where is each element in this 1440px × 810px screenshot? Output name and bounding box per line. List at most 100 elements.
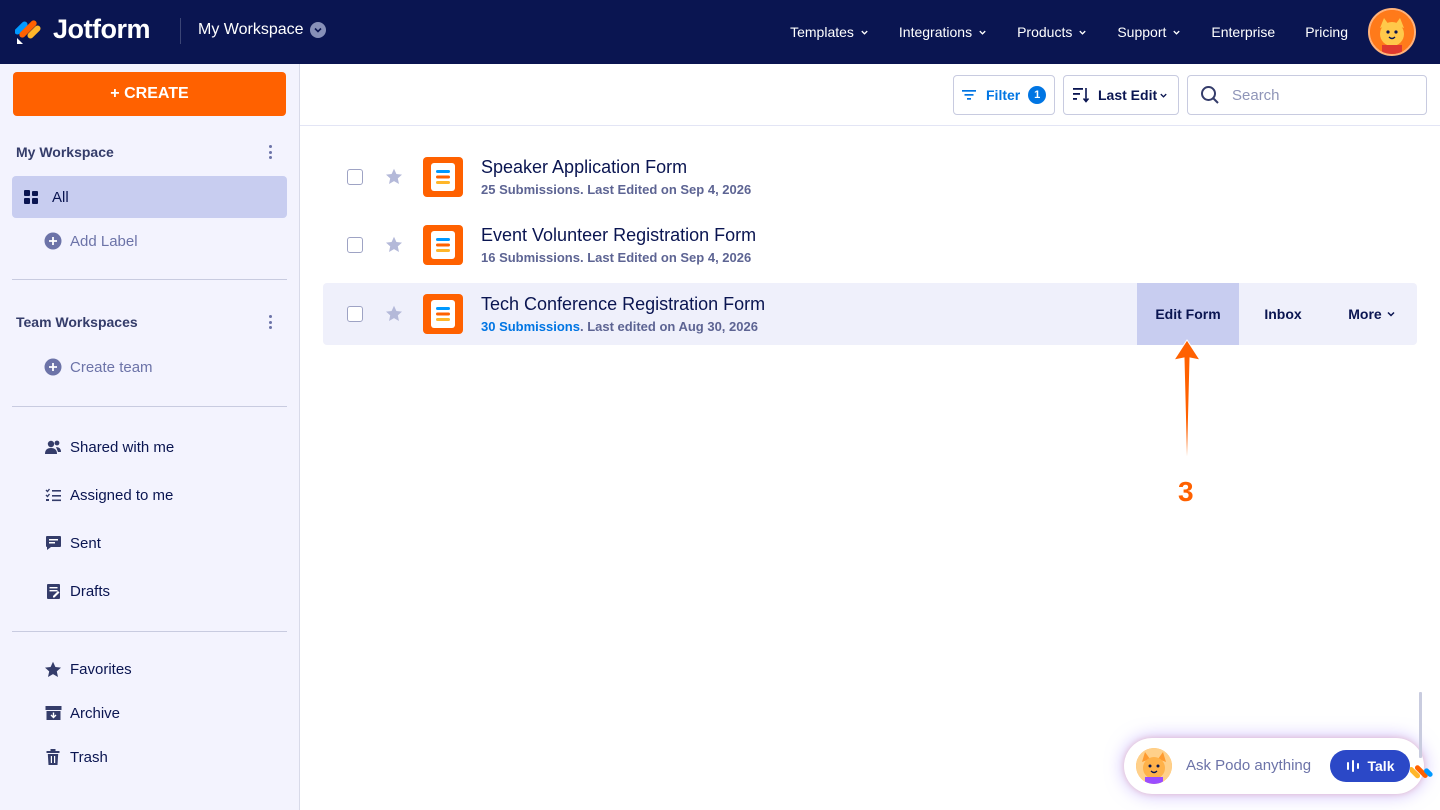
archive-icon bbox=[44, 704, 62, 722]
nav-enterprise-label: Enterprise bbox=[1211, 24, 1276, 40]
favorite-star-icon[interactable] bbox=[385, 305, 403, 327]
chevron-down-icon bbox=[1172, 28, 1181, 37]
form-row-hovered[interactable]: Tech Conference Registration Form 30 Sub… bbox=[323, 283, 1417, 345]
sidebar-divider bbox=[12, 631, 287, 632]
shared-users-icon bbox=[44, 438, 62, 456]
create-button[interactable]: + CREATE bbox=[13, 72, 286, 116]
form-submissions-link[interactable]: 30 Submissions bbox=[481, 319, 580, 334]
inbox-button[interactable]: Inbox bbox=[1239, 283, 1327, 345]
form-row[interactable]: Speaker Application Form 25 Submissions.… bbox=[323, 146, 1417, 208]
search-icon bbox=[1200, 85, 1220, 105]
talk-label: Talk bbox=[1367, 758, 1395, 774]
sidebar-item-label: All bbox=[52, 188, 69, 206]
nav-templates[interactable]: Templates bbox=[790, 24, 869, 40]
sidebar-item-assigned[interactable]: Assigned to me bbox=[12, 474, 287, 516]
form-submissions: 25 Submissions. bbox=[481, 182, 584, 197]
filter-button[interactable]: Filter 1 bbox=[953, 75, 1055, 115]
sidebar-item-label: Assigned to me bbox=[70, 486, 174, 504]
form-icon bbox=[423, 157, 463, 197]
sidebar-item-sent[interactable]: Sent bbox=[12, 522, 287, 564]
annotation-step-number: 3 bbox=[1178, 476, 1194, 507]
favorite-star-icon[interactable] bbox=[385, 236, 403, 258]
favorite-star-icon[interactable] bbox=[385, 168, 403, 190]
my-workspace-menu-icon[interactable] bbox=[264, 144, 276, 160]
form-last-edited: . Last edited on Aug 30, 2026 bbox=[579, 319, 758, 334]
user-avatar[interactable] bbox=[1368, 8, 1416, 56]
add-label-button[interactable]: Add Label bbox=[12, 220, 287, 262]
chevron-down-icon bbox=[978, 28, 987, 37]
nav-templates-label: Templates bbox=[790, 24, 854, 40]
sidebar-item-drafts[interactable]: Drafts bbox=[12, 570, 287, 612]
team-workspaces-title: Team Workspaces bbox=[16, 314, 138, 330]
talk-button[interactable]: Talk bbox=[1330, 750, 1410, 782]
create-team-button[interactable]: Create team bbox=[12, 346, 287, 388]
sidebar-item-label: Archive bbox=[70, 704, 121, 722]
nav-products[interactable]: Products bbox=[1017, 24, 1087, 40]
form-meta: 16 Submissions. Last Edited on Sep 4, 20… bbox=[481, 250, 751, 265]
nav-integrations-label: Integrations bbox=[898, 24, 973, 40]
form-select-checkbox[interactable] bbox=[347, 306, 363, 322]
form-select-checkbox[interactable] bbox=[347, 237, 363, 253]
sidebar-divider bbox=[12, 406, 287, 407]
plus-circle-icon bbox=[44, 232, 62, 250]
filter-count-badge: 1 bbox=[1028, 86, 1047, 104]
jotform-vertical-watermark bbox=[1408, 688, 1438, 788]
jotform-wordmark: Jotform bbox=[53, 14, 151, 44]
form-row[interactable]: Event Volunteer Registration Form 16 Sub… bbox=[323, 214, 1417, 276]
trash-icon bbox=[44, 748, 62, 766]
sort-button[interactable]: Last Edit bbox=[1063, 75, 1179, 115]
team-workspaces-menu-icon[interactable] bbox=[264, 314, 276, 330]
sidebar: + CREATE My Workspace All Add Label Team… bbox=[0, 64, 300, 810]
sidebar-item-label: Favorites bbox=[70, 660, 132, 678]
message-icon bbox=[44, 534, 62, 552]
nav-pricing[interactable]: Pricing bbox=[1305, 24, 1348, 40]
chevron-down-icon bbox=[1386, 309, 1396, 319]
form-meta: 25 Submissions. Last Edited on Sep 4, 20… bbox=[481, 182, 751, 197]
draft-icon bbox=[44, 582, 62, 600]
main-nav: Templates Integrations Products Support … bbox=[760, 0, 1348, 64]
sidebar-item-all[interactable]: All bbox=[12, 176, 287, 218]
form-title[interactable]: Speaker Application Form bbox=[481, 157, 687, 178]
add-label-text: Add Label bbox=[70, 232, 138, 250]
form-title[interactable]: Event Volunteer Registration Form bbox=[481, 225, 756, 246]
sidebar-item-favorites[interactable]: Favorites bbox=[12, 648, 287, 690]
voice-wave-icon bbox=[1346, 759, 1360, 773]
chevron-down-icon bbox=[1078, 28, 1087, 37]
checklist-icon bbox=[44, 486, 62, 504]
more-button[interactable]: More bbox=[1327, 283, 1417, 345]
form-title[interactable]: Tech Conference Registration Form bbox=[481, 294, 765, 315]
my-workspace-title: My Workspace bbox=[16, 144, 114, 160]
nav-support-label: Support bbox=[1117, 24, 1167, 40]
nav-enterprise[interactable]: Enterprise bbox=[1211, 24, 1275, 40]
workspace-switcher[interactable]: My Workspace bbox=[198, 21, 326, 39]
search-input[interactable] bbox=[1232, 86, 1412, 104]
sort-icon bbox=[1072, 86, 1090, 104]
podo-avatar bbox=[1136, 748, 1172, 784]
jotform-logo[interactable]: Jotform bbox=[14, 14, 151, 45]
sidebar-item-label: Sent bbox=[70, 534, 101, 552]
sidebar-item-label: Drafts bbox=[70, 582, 111, 600]
sort-label: Last Edit bbox=[1098, 87, 1158, 103]
search-box bbox=[1187, 75, 1427, 115]
nav-integrations[interactable]: Integrations bbox=[899, 24, 987, 40]
grid-icon bbox=[22, 188, 40, 206]
nav-support[interactable]: Support bbox=[1117, 24, 1181, 40]
create-team-text: Create team bbox=[70, 358, 153, 376]
sidebar-item-trash[interactable]: Trash bbox=[12, 736, 287, 778]
nav-pricing-label: Pricing bbox=[1305, 24, 1348, 40]
podo-prompt: Ask Podo anything bbox=[1186, 757, 1312, 774]
filter-icon bbox=[962, 89, 976, 101]
filter-label: Filter bbox=[986, 87, 1021, 103]
sidebar-divider bbox=[12, 279, 287, 280]
form-icon bbox=[423, 225, 463, 265]
sidebar-item-archive[interactable]: Archive bbox=[12, 692, 287, 734]
sidebar-item-shared[interactable]: Shared with me bbox=[12, 426, 287, 468]
nav-divider bbox=[180, 18, 181, 44]
form-icon bbox=[423, 294, 463, 334]
star-icon bbox=[44, 660, 62, 678]
ask-podo-widget[interactable]: Ask Podo anything Talk bbox=[1124, 738, 1424, 794]
sidebar-item-label: Shared with me bbox=[70, 438, 175, 456]
chevron-down-icon bbox=[1159, 91, 1168, 100]
form-submissions: 16 Submissions. bbox=[481, 250, 584, 265]
form-select-checkbox[interactable] bbox=[347, 169, 363, 185]
